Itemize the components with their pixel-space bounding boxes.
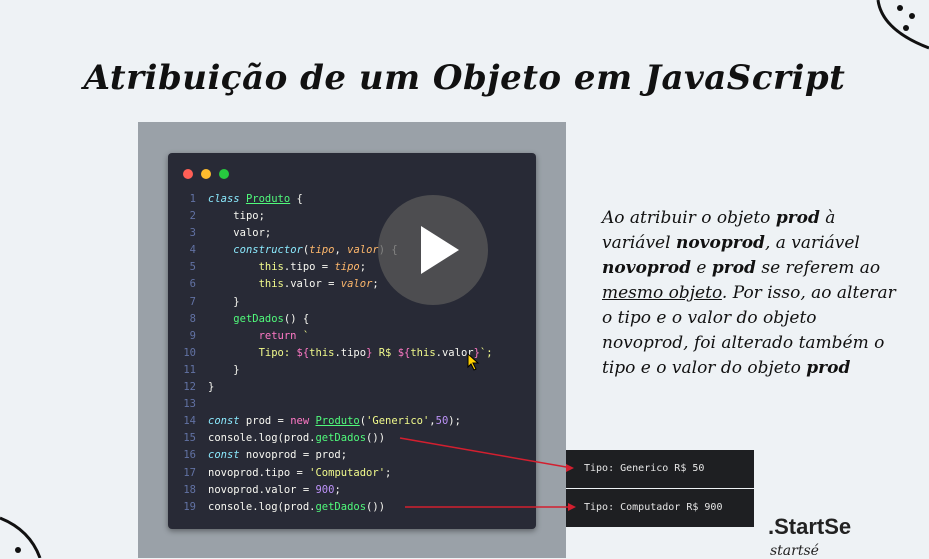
startse-logo: .StartSe bbox=[768, 514, 852, 539]
brand-subtext: startsé bbox=[770, 543, 819, 559]
cursor-icon bbox=[467, 353, 480, 371]
play-video-button[interactable] bbox=[378, 195, 488, 305]
explanation-text: Ao atribuir o objeto prod à variável nov… bbox=[602, 208, 896, 378]
